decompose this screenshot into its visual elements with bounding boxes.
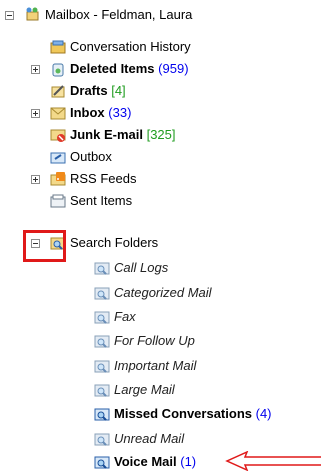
search-folder-icon xyxy=(94,309,110,325)
search-folder-item-for-follow-up[interactable]: For Follow Up xyxy=(114,330,195,352)
search-folder-icon xyxy=(94,260,110,276)
search-folder-item-voice-mail[interactable]: Voice Mail (1) xyxy=(114,451,196,473)
search-folder-label: For Follow Up xyxy=(114,333,195,348)
folder-label: RSS Feeds xyxy=(70,171,137,186)
folder-label: Deleted Items xyxy=(70,61,155,76)
folder-item-conversation-history[interactable]: Conversation History xyxy=(70,36,191,58)
search-folder-label: Voice Mail xyxy=(114,454,177,469)
search-folder-label: Fax xyxy=(114,309,136,324)
sent-items-icon xyxy=(50,193,66,209)
search-folder-label: Call Logs xyxy=(114,260,169,275)
folder-item-inbox[interactable]: Inbox (33) xyxy=(70,102,131,124)
folder-label: Drafts xyxy=(70,83,108,98)
inbox-icon xyxy=(50,105,66,121)
expand-toggle-rss-feeds[interactable] xyxy=(31,175,40,184)
folder-label: Sent Items xyxy=(70,193,133,208)
annotation-highlight-box xyxy=(23,230,66,262)
folder-count-badge: [325] xyxy=(146,127,176,142)
search-folder-label: Missed Conversations xyxy=(114,406,252,421)
annotation-arrow-icon xyxy=(225,451,321,471)
folder-label: Search Folders xyxy=(70,235,159,250)
junk-e-mail-icon xyxy=(50,127,66,143)
expand-toggle-inbox[interactable] xyxy=(31,109,40,118)
folder-item-sent-items[interactable]: Sent Items xyxy=(70,190,132,212)
folder-count-badge: (959) xyxy=(158,61,189,76)
folder-item-search-folders[interactable]: Search Folders xyxy=(70,232,158,254)
search-folder-item-large-mail[interactable]: Large Mail xyxy=(114,379,175,401)
search-folder-icon xyxy=(94,382,110,398)
folder-count-badge: (1) xyxy=(180,454,197,469)
folder-item-drafts[interactable]: Drafts [4] xyxy=(70,80,126,102)
folder-count-badge: (4) xyxy=(255,406,272,421)
search-folder-label: Important Mail xyxy=(114,358,197,373)
search-folder-icon xyxy=(94,333,110,349)
folder-item-junk-e-mail[interactable]: Junk E-mail [325] xyxy=(70,124,176,146)
search-folder-item-important-mail[interactable]: Important Mail xyxy=(114,355,196,377)
mailbox-icon xyxy=(24,6,40,22)
deleted-items-icon xyxy=(50,61,66,77)
drafts-icon xyxy=(50,83,66,99)
search-folder-icon xyxy=(94,406,110,422)
folder-label: Outbox xyxy=(70,149,112,164)
search-folder-item-call-logs[interactable]: Call Logs xyxy=(114,257,168,279)
search-folder-item-categorized-mail[interactable]: Categorized Mail xyxy=(114,282,212,304)
search-folder-label: Large Mail xyxy=(114,382,175,397)
search-folder-icon xyxy=(94,358,110,374)
folder-count-badge: (33) xyxy=(108,105,132,120)
search-folder-item-missed-conversations[interactable]: Missed Conversations (4) xyxy=(114,403,272,425)
folder-label: Conversation History xyxy=(70,39,191,54)
expand-toggle-deleted-items[interactable] xyxy=(31,65,40,74)
search-folder-icon xyxy=(94,285,110,301)
folder-item-outbox[interactable]: Outbox xyxy=(70,146,112,168)
mailbox-label[interactable]: Mailbox - Feldman, Laura xyxy=(45,4,192,26)
folder-item-rss-feeds[interactable]: RSS Feeds xyxy=(70,168,136,190)
folder-label: Inbox xyxy=(70,105,105,120)
outbox-icon xyxy=(50,149,66,165)
search-folder-item-fax[interactable]: Fax xyxy=(114,306,136,328)
conversation-history-icon xyxy=(50,39,66,55)
folder-item-deleted-items[interactable]: Deleted Items (959) xyxy=(70,58,189,80)
search-folder-label: Categorized Mail xyxy=(114,285,212,300)
collapse-toggle-mailbox[interactable] xyxy=(5,11,14,20)
search-folder-icon xyxy=(94,431,110,447)
search-folder-icon xyxy=(94,454,110,470)
search-folder-item-unread-mail[interactable]: Unread Mail xyxy=(114,428,184,450)
search-folder-label: Unread Mail xyxy=(114,431,185,446)
folder-label: Junk E-mail xyxy=(70,127,143,142)
rss-feeds-icon xyxy=(50,171,66,187)
folder-count-badge: [4] xyxy=(111,83,126,98)
